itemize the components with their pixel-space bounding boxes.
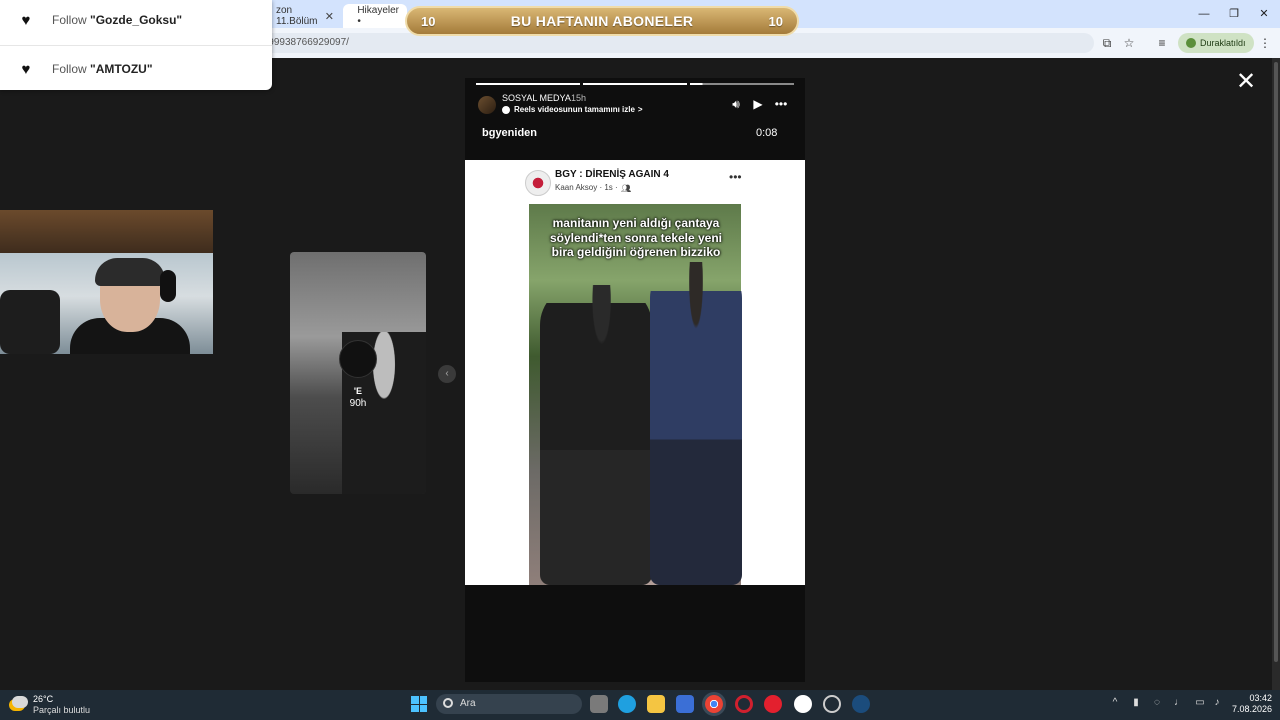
speaker-icon[interactable]: ♪	[1211, 697, 1223, 709]
task-view-icon[interactable]	[590, 695, 608, 713]
webcam-feed	[0, 210, 213, 354]
story-avatar[interactable]	[478, 96, 496, 114]
windows-start-icon[interactable]	[411, 696, 427, 712]
music-time: 0:08	[756, 127, 778, 139]
story-progress-segment-current	[690, 83, 794, 85]
story-progress-segment	[476, 83, 580, 85]
story-progress-segment	[583, 83, 687, 85]
story-age: 15h	[571, 93, 587, 103]
banner-count-right: 10	[768, 13, 783, 29]
play-icon[interactable]: ▶	[750, 96, 766, 112]
tray-sync-icon[interactable]: ◌	[1151, 697, 1163, 709]
more-options-icon[interactable]: •••	[773, 96, 789, 112]
banner-count-left: 10	[421, 13, 436, 29]
tab-previous[interactable]: zon 11.Bölüm ✕	[268, 4, 342, 28]
minimize-icon[interactable]: —	[1192, 6, 1216, 22]
steam-icon[interactable]	[852, 695, 870, 713]
chevron-right-icon: >	[637, 105, 643, 114]
search-icon	[443, 698, 453, 708]
follow-alert: ♥ Follow "Gozde_Goksu"	[0, 0, 272, 40]
media-control-icon[interactable]: ≡	[1153, 34, 1171, 52]
weather-partly-cloudy-icon[interactable]	[12, 696, 28, 708]
previous-story-arrow-icon[interactable]: ‹	[438, 365, 456, 383]
tab-label: Hikayeler •	[357, 5, 399, 27]
webcam-chair	[0, 290, 60, 354]
browser-menu-icon[interactable]: ⋮	[1256, 34, 1274, 52]
previous-story-avatar[interactable]	[339, 340, 377, 378]
post-avatar	[525, 170, 551, 196]
heart-icon: ♥	[21, 11, 31, 29]
follow-alert: ♥ Follow "AMTOZU"	[0, 49, 272, 89]
banner-title: BU HAFTANIN ABONELER	[510, 13, 694, 29]
video-person-right	[650, 262, 742, 585]
follow-prefix: Follow	[52, 62, 87, 76]
window-close-icon[interactable]: ✕	[1252, 6, 1276, 22]
follow-name: "AMTOZU"	[90, 62, 153, 76]
reels-play-icon	[502, 105, 510, 114]
edge-icon[interactable]	[618, 695, 636, 713]
bookmark-star-icon[interactable]: ☆	[1120, 34, 1138, 52]
clock-date: 7.08.2026	[1231, 704, 1272, 714]
store-icon[interactable]	[676, 695, 694, 713]
yandex-icon[interactable]	[794, 695, 812, 713]
file-explorer-icon[interactable]	[647, 695, 665, 713]
previous-story-age: 90h	[349, 398, 367, 409]
install-app-icon[interactable]: ⧉	[1098, 34, 1116, 52]
taskbar-search[interactable]: Ara	[436, 694, 582, 714]
follow-prefix: Follow	[52, 13, 87, 27]
follow-name: "Gozde_Goksu"	[90, 13, 183, 27]
volume-icon[interactable]: 🔊︎	[728, 96, 744, 112]
obs-icon[interactable]	[823, 695, 841, 713]
video-caption: manitanın yeni aldığı çantaya söylendi*t…	[549, 216, 723, 259]
profile-avatar	[1186, 38, 1196, 48]
tray-app-icon[interactable]: ▮	[1130, 697, 1142, 709]
subscriber-banner: 10 BU HAFTANIN ABONELER 10	[405, 6, 799, 36]
microphone-icon	[160, 270, 176, 302]
scrollbar-thumb[interactable]	[1274, 62, 1278, 662]
reels-link[interactable]: Reels videosunun tamamını izle >	[502, 105, 643, 114]
post-more-icon[interactable]: •••	[729, 170, 742, 184]
weather-description[interactable]: Parçalı bulutlu	[33, 705, 90, 715]
music-title: bgyeniden	[482, 127, 538, 139]
follow-divider	[0, 45, 272, 46]
webcam-hair	[95, 258, 165, 286]
microphone-tray-icon[interactable]: ♩	[1173, 697, 1185, 709]
taskbar	[0, 690, 1280, 720]
story-username[interactable]: SOSYAL MEDYA	[502, 93, 571, 103]
tab-stories[interactable]: Hikayeler •	[343, 4, 407, 28]
chrome-icon[interactable]	[705, 695, 723, 713]
video-person-left	[540, 285, 652, 585]
tab-label: zon 11.Bölüm	[276, 5, 318, 27]
weather-temperature[interactable]: 26°C	[33, 694, 53, 704]
opera-icon[interactable]	[764, 695, 782, 713]
post-subtitle: Kaan Aksoy · 1s ·	[555, 183, 618, 192]
tray-overflow-icon[interactable]: ^	[1109, 697, 1121, 709]
restore-icon[interactable]: ❐	[1222, 6, 1246, 22]
heart-icon: ♥	[21, 60, 31, 78]
reels-link-label: Reels videosunun tamamını izle	[514, 105, 635, 114]
friends-icon: 👥︎	[621, 184, 632, 193]
post-title: BGY : DİRENİŞ AGAIN 4	[555, 169, 669, 180]
tab-close-icon[interactable]: ✕	[325, 10, 334, 23]
previous-story-name: 'E	[353, 386, 363, 396]
close-icon[interactable]: ✕	[1234, 70, 1258, 94]
clock-time: 03:42	[1249, 693, 1272, 703]
taskbar-clock[interactable]: 03:42 7.08.2026	[1228, 693, 1272, 715]
opera-gx-icon[interactable]	[735, 695, 753, 713]
display-icon[interactable]: ▭	[1194, 697, 1206, 709]
